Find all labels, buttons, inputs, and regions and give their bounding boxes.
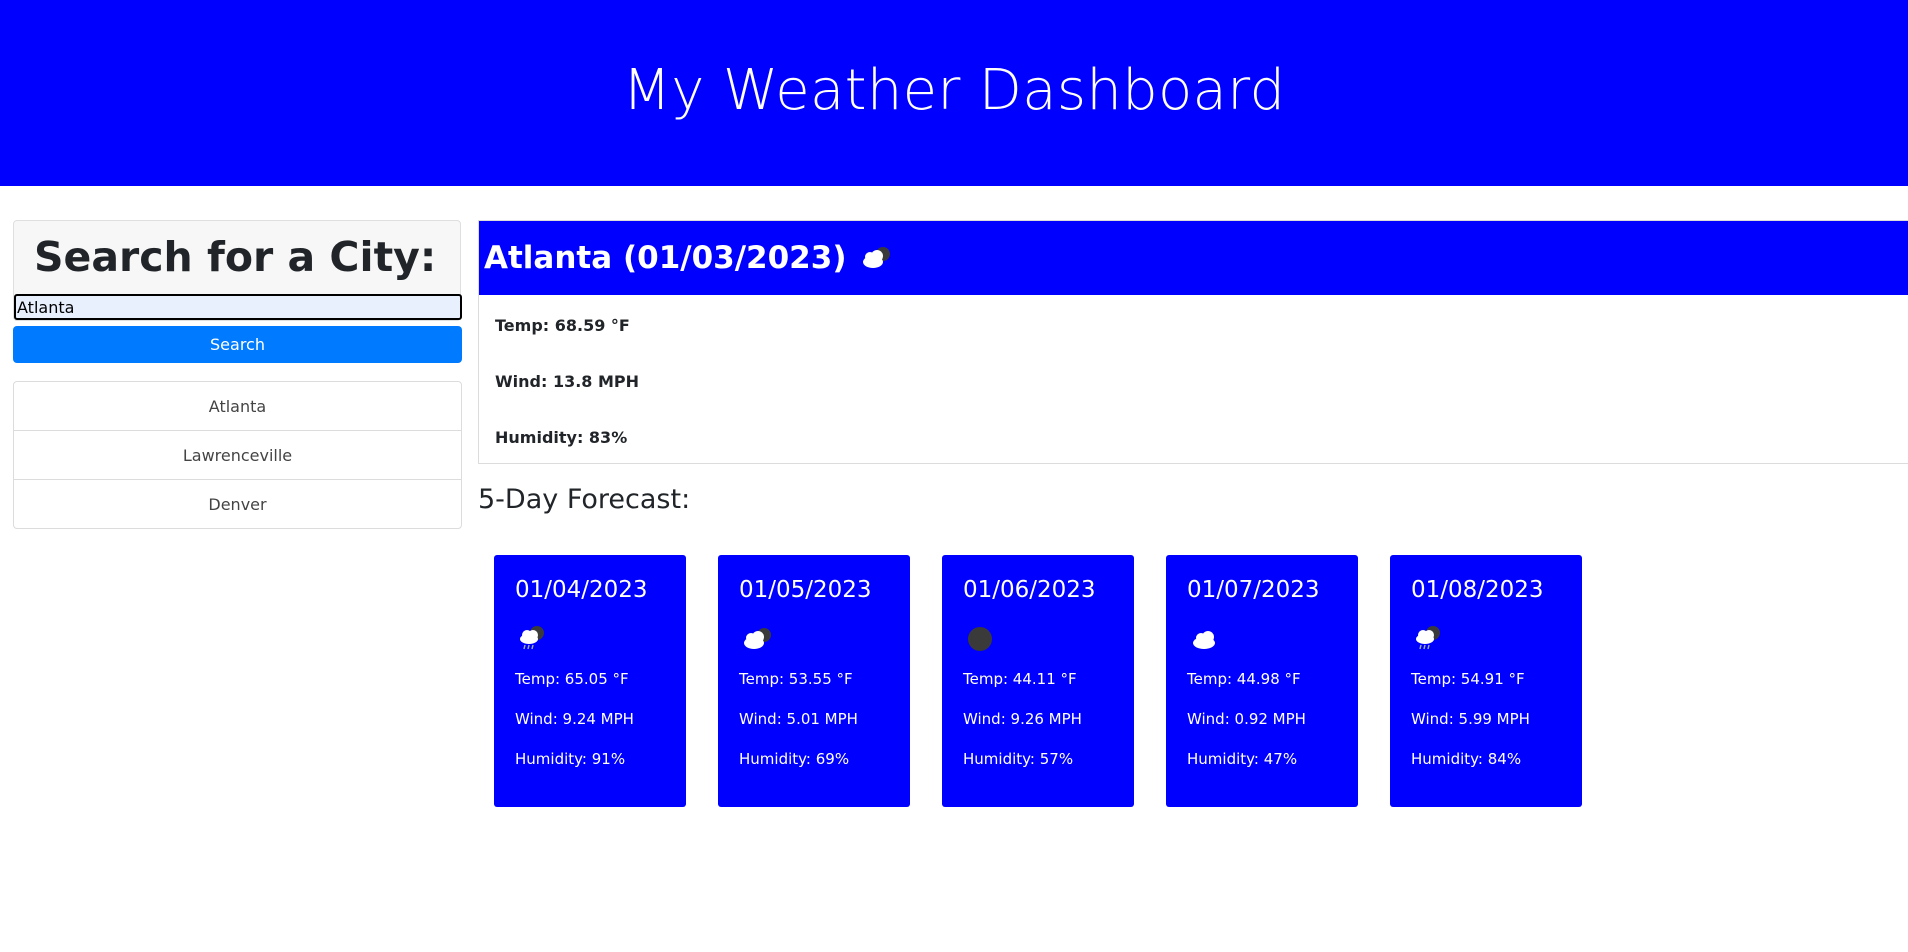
history-item-denver[interactable]: Denver	[14, 480, 461, 528]
forecast-date: 01/05/2023	[739, 577, 872, 603]
rain-icon	[1412, 624, 1444, 657]
search-button[interactable]: Search	[13, 326, 462, 363]
forecast-date: 01/08/2023	[1411, 577, 1544, 603]
forecast-date: 01/07/2023	[1187, 577, 1320, 603]
history-item-lawrenceville[interactable]: Lawrenceville	[14, 431, 461, 480]
current-weather-card: Atlanta (01/03/2023) Temp: 68.59 °F Wind…	[478, 220, 1908, 464]
forecast-temp: Temp: 65.05 °F	[515, 670, 629, 688]
overcast-icon	[964, 624, 996, 657]
forecast-humidity: Humidity: 47%	[1187, 750, 1298, 768]
forecast-humidity: Humidity: 69%	[739, 750, 850, 768]
forecast-temp: Temp: 53.55 °F	[739, 670, 853, 688]
search-panel: Search for a City:	[13, 220, 462, 321]
current-temp: Temp: 68.59 °F	[495, 316, 630, 335]
partly-cloudy-icon	[740, 624, 776, 657]
forecast-card: 01/05/2023 Temp: 53.55 °F Wind: 5.01 MPH…	[718, 555, 910, 807]
forecast-wind: Wind: 5.01 MPH	[739, 710, 858, 728]
partly-cloudy-icon	[859, 243, 895, 276]
search-title: Search for a City:	[34, 233, 437, 281]
forecast-wind: Wind: 5.99 MPH	[1411, 710, 1530, 728]
search-history-list: Atlanta Lawrenceville Denver	[13, 381, 462, 529]
current-humidity: Humidity: 83%	[495, 428, 628, 447]
history-item-atlanta[interactable]: Atlanta	[14, 382, 461, 431]
forecast-temp: Temp: 44.11 °F	[963, 670, 1077, 688]
forecast-humidity: Humidity: 84%	[1411, 750, 1522, 768]
cloud-icon	[1188, 624, 1224, 657]
forecast-temp: Temp: 44.98 °F	[1187, 670, 1301, 688]
forecast-card: 01/06/2023 Temp: 44.11 °F Wind: 9.26 MPH…	[942, 555, 1134, 807]
forecast-wind: Wind: 9.24 MPH	[515, 710, 634, 728]
rain-icon	[516, 624, 548, 657]
forecast-title: 5-Day Forecast:	[478, 484, 691, 515]
current-city-heading: Atlanta (01/03/2023)	[484, 240, 847, 276]
forecast-wind: Wind: 0.92 MPH	[1187, 710, 1306, 728]
forecast-humidity: Humidity: 57%	[963, 750, 1074, 768]
city-search-input[interactable]	[14, 294, 462, 320]
forecast-wind: Wind: 9.26 MPH	[963, 710, 1082, 728]
current-weather-header: Atlanta (01/03/2023)	[479, 221, 1908, 295]
forecast-temp: Temp: 54.91 °F	[1411, 670, 1525, 688]
forecast-card: 01/04/2023 Temp: 65.05 °F Wind: 9.24 MPH…	[494, 555, 686, 807]
forecast-date: 01/04/2023	[515, 577, 648, 603]
forecast-card: 01/08/2023 Temp: 54.91 °F Wind: 5.99 MPH…	[1390, 555, 1582, 807]
forecast-date: 01/06/2023	[963, 577, 1096, 603]
page-header: My Weather Dashboard	[0, 0, 1908, 186]
forecast-humidity: Humidity: 91%	[515, 750, 626, 768]
forecast-card: 01/07/2023 Temp: 44.98 °F Wind: 0.92 MPH…	[1166, 555, 1358, 807]
current-wind: Wind: 13.8 MPH	[495, 372, 640, 391]
page-title: My Weather Dashboard	[622, 57, 1286, 123]
